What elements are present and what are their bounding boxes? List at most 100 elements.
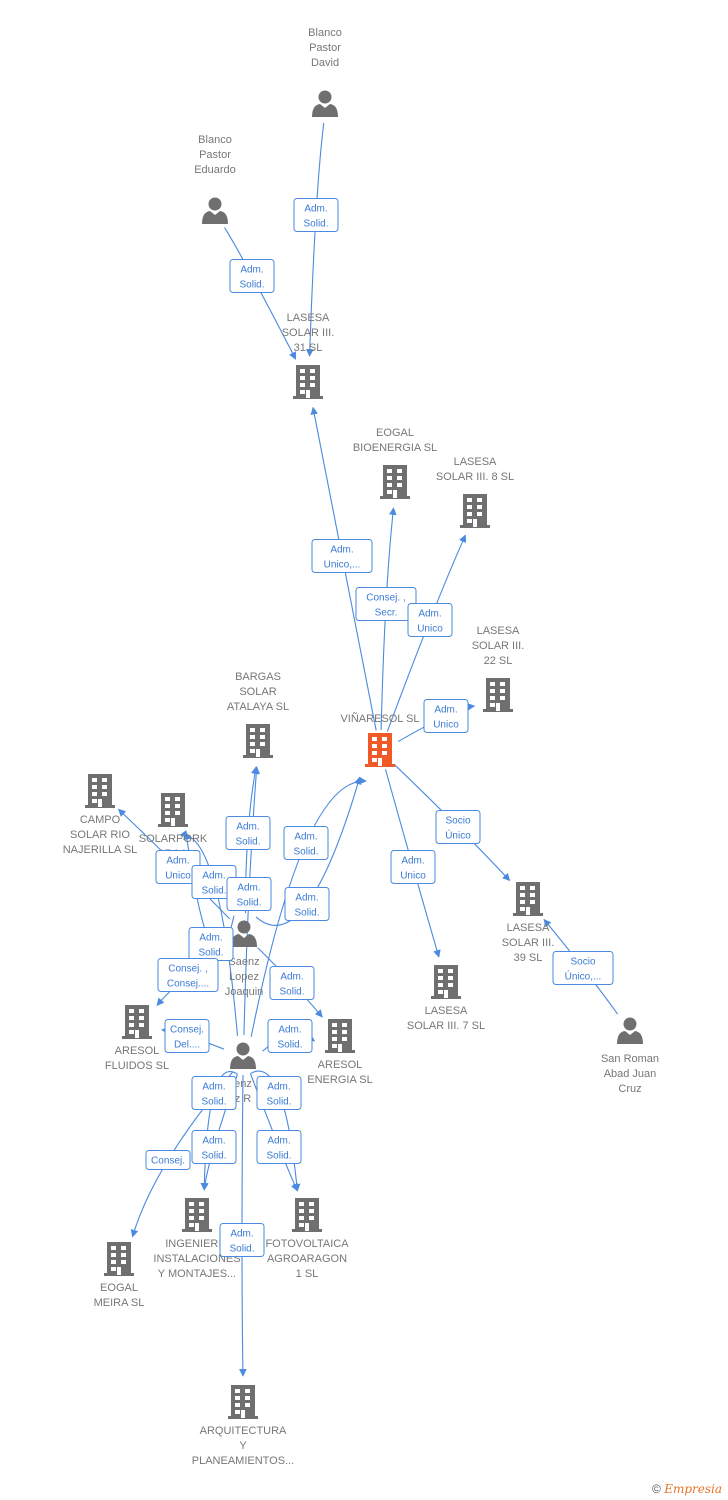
node-l39[interactable]: LASESA SOLAR III. 39 SL — [502, 882, 555, 964]
relation-text: Solid. — [266, 1151, 291, 1162]
relation-text: Adm. — [267, 1082, 290, 1093]
node-label: FLUIDOS SL — [105, 1060, 169, 1072]
node-eogalbio[interactable]: EOGAL BIOENERGIA SL — [353, 427, 437, 499]
relation-text: Solid. — [303, 219, 328, 230]
relation-label[interactable]: Adm. Solid. — [256, 1130, 302, 1164]
building-icon — [243, 724, 273, 758]
relation-text: Socio — [445, 816, 470, 827]
node-vinaresol[interactable]: VIÑARESOL SL — [340, 712, 420, 767]
relation-text: Solid. — [236, 898, 261, 909]
node-meira[interactable]: EOGAL MEIRA SL — [94, 1242, 145, 1309]
node-arquitectura[interactable]: ARQUITECTURA Y PLANEAMIENTOS... — [192, 1385, 295, 1467]
node-label: LASESA — [454, 456, 497, 468]
relation-label[interactable]: Socio Único — [435, 810, 481, 844]
node-bargas[interactable]: BARGAS SOLAR ATALAYA SL — [227, 671, 289, 758]
node-fotovoltaica[interactable]: FOTOVOLTAICA AGROARAGON 1 SL — [265, 1198, 349, 1280]
node-label: Joaquin — [225, 986, 264, 998]
relation-text: Socio — [570, 957, 595, 968]
relation-text: Adm. — [267, 1136, 290, 1147]
node-label: Pastor — [309, 42, 341, 54]
brand-logo[interactable]: Empresia — [664, 1482, 722, 1496]
relation-text: Adm. — [280, 972, 303, 983]
person-icon — [617, 1017, 643, 1044]
building-icon — [85, 774, 115, 808]
relation-text: Adm. — [240, 265, 263, 276]
relation-text: Consej. , — [168, 964, 207, 975]
relation-text: Unico — [400, 871, 426, 882]
relation-label[interactable]: Adm. Solid. — [225, 816, 271, 850]
node-label: SOLAR III. — [282, 327, 335, 339]
relation-text: Adm. — [199, 933, 222, 944]
relation-text: Adm. — [202, 1082, 225, 1093]
node-l22[interactable]: LASESA SOLAR III. 22 SL — [472, 625, 525, 712]
relation-label[interactable]: Adm. Unico,... — [311, 539, 373, 573]
relation-text: Solid. — [277, 1040, 302, 1051]
node-l7[interactable]: LASESA SOLAR III. 7 SL — [407, 965, 485, 1032]
node-label: LASESA — [287, 312, 330, 324]
relation-label[interactable]: Adm. Solid. — [188, 927, 234, 961]
node-eduardo[interactable]: Blanco Pastor Eduardo — [194, 134, 236, 224]
node-l31[interactable]: LASESA SOLAR III. 31 SL — [282, 312, 335, 399]
relation-label[interactable]: Adm. Unico — [407, 603, 453, 637]
node-campo[interactable]: CAMPO SOLAR RIO NAJERILLA SL — [63, 774, 138, 856]
relation-label[interactable]: Adm. Solid. — [284, 887, 330, 921]
relation-label[interactable]: Consej. Del.... — [164, 1019, 210, 1053]
relation-text: Solid. — [201, 1151, 226, 1162]
relation-label[interactable]: Adm. Solid. — [229, 259, 275, 293]
relation-label[interactable]: Consej. — [145, 1150, 191, 1170]
node-label: AGROARAGON — [267, 1253, 347, 1265]
relation-label[interactable]: Adm. Solid. — [283, 826, 329, 860]
node-l8[interactable]: LASESA SOLAR III. 8 SL — [436, 456, 514, 528]
node-label: FOTOVOLTAICA — [265, 1238, 349, 1250]
node-label: Lopez — [229, 971, 259, 983]
relation-label[interactable]: Consej. , Secr. — [355, 587, 417, 621]
node-label: David — [311, 57, 339, 69]
relation-text: Adm. — [202, 871, 225, 882]
node-label: EOGAL — [100, 1282, 138, 1294]
relation-label[interactable]: Adm. Solid. — [293, 198, 339, 232]
node-label: SOLAR III. — [502, 937, 555, 949]
node-label: Cruz — [618, 1083, 641, 1095]
node-david[interactable]: Blanco Pastor David — [308, 27, 342, 117]
relation-text: Adm. — [418, 609, 441, 620]
node-label: ATALAYA SL — [227, 701, 289, 713]
node-label: enz — [234, 1078, 252, 1090]
node-label: z R — [235, 1093, 252, 1105]
building-icon — [431, 965, 461, 999]
relation-label[interactable]: Adm. Solid. — [256, 1076, 302, 1110]
person-icon — [230, 1042, 256, 1069]
relation-label[interactable]: Adm. Solid. — [191, 1076, 237, 1110]
node-fluidos[interactable]: ARESOL FLUIDOS SL — [105, 1005, 169, 1072]
building-icon — [104, 1242, 134, 1276]
node-label: CAMPO — [80, 814, 121, 826]
edge-eduardo-l31 — [224, 227, 297, 360]
relation-text: Adm. — [330, 545, 353, 556]
relation-label[interactable]: Adm. Solid. — [219, 1223, 265, 1257]
relation-label[interactable]: Consej. , Consej.... — [157, 958, 219, 992]
relation-text: Adm. — [236, 822, 259, 833]
relation-label[interactable]: Adm. Solid. — [267, 1019, 313, 1053]
node-label: Y — [239, 1440, 247, 1452]
relation-label[interactable]: Socio Único,... — [552, 951, 614, 985]
node-label: 1 SL — [296, 1268, 319, 1280]
relation-label[interactable]: Adm. Unico — [423, 699, 469, 733]
node-label: SOLAR III. 7 SL — [407, 1020, 485, 1032]
node-energia[interactable]: ARESOL ENERGIA SL — [307, 1019, 373, 1086]
building-icon — [460, 494, 490, 528]
relation-text: Adm. — [230, 1229, 253, 1240]
relation-label[interactable]: Adm. Unico — [390, 850, 436, 884]
person-icon — [202, 197, 228, 224]
node-label: BARGAS — [235, 671, 281, 683]
relation-label[interactable]: Adm. Solid. — [269, 966, 315, 1000]
node-label: EOGAL — [376, 427, 414, 439]
person-icon — [231, 920, 257, 947]
node-label: LASESA — [477, 625, 520, 637]
node-label: LASESA — [425, 1005, 468, 1017]
relation-label[interactable]: Adm. Solid. — [226, 877, 272, 911]
node-label: ARESOL — [115, 1045, 160, 1057]
node-label: Pastor — [199, 149, 231, 161]
node-solarpork[interactable]: SOLARPORKARA L — [139, 793, 208, 860]
relation-label[interactable]: Adm. Solid. — [191, 1130, 237, 1164]
node-sanroman[interactable]: San Roman Abad Juan Cruz — [601, 1017, 659, 1096]
building-icon — [380, 465, 410, 499]
